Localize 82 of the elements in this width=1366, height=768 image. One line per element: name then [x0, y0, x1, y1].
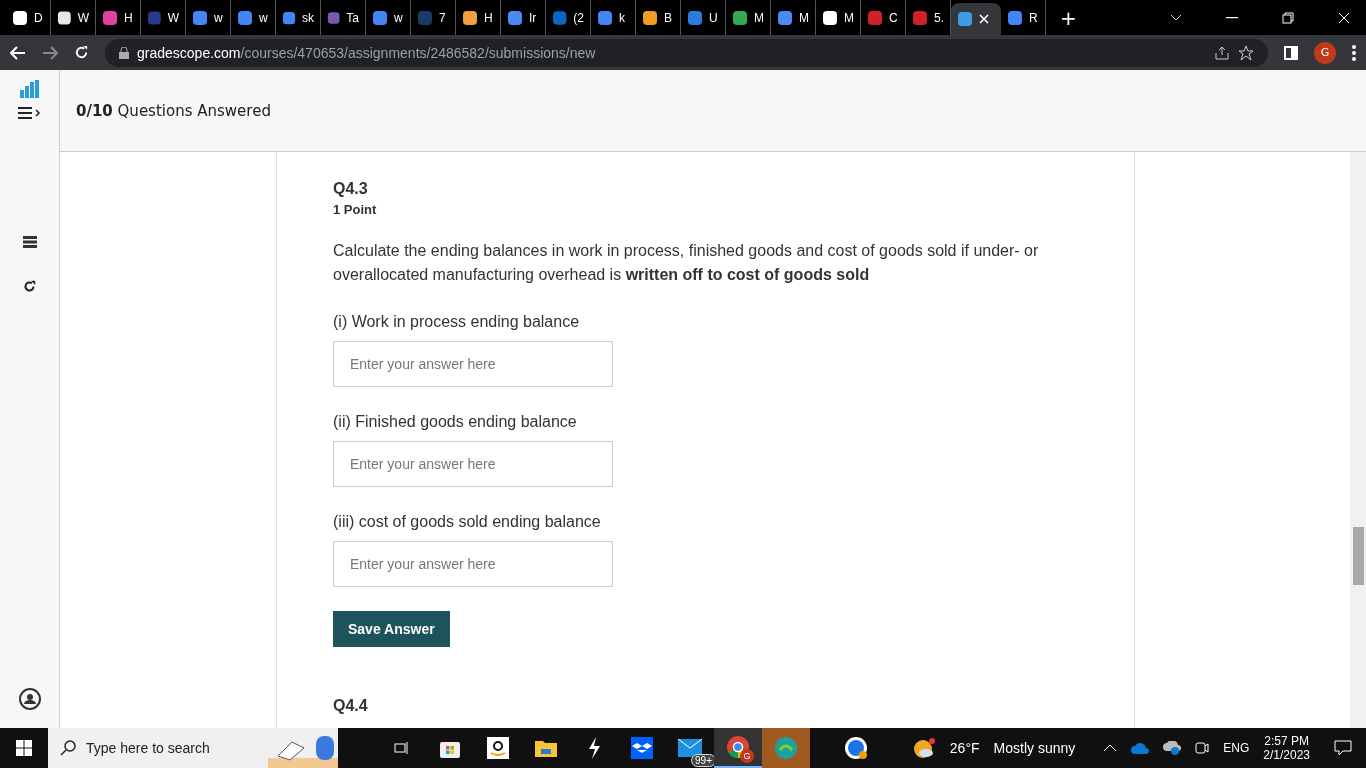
scrollbar[interactable] — [1350, 152, 1366, 728]
site-icon — [552, 9, 568, 26]
site-icon — [867, 9, 883, 26]
clock[interactable]: 2:57 PM 2/1/2023 — [1263, 734, 1310, 762]
user-icon — [18, 688, 41, 710]
lightning-icon — [587, 737, 601, 759]
folder-icon — [535, 739, 557, 757]
site-icon — [372, 9, 388, 26]
browser-tab[interactable] — [951, 3, 1001, 35]
profile-avatar[interactable]: G — [1314, 41, 1336, 64]
site-icon — [822, 9, 838, 26]
site-icon — [147, 9, 162, 26]
restore-icon — [1282, 11, 1294, 24]
question-number: Q4.4 — [333, 697, 369, 715]
field-label: (ii) Finished goods ending balance — [333, 413, 578, 431]
close-icon — [979, 14, 989, 24]
progress-text: 0/10 Questions Answered — [76, 101, 271, 120]
envelope-icon — [678, 739, 702, 757]
site-icon — [597, 9, 613, 26]
site-icon — [687, 9, 703, 26]
sync-cloud-icon — [1163, 741, 1182, 755]
menu-icon — [17, 106, 42, 120]
minimize-icon — [1226, 16, 1238, 19]
close-icon — [1338, 11, 1350, 24]
reload-icon — [23, 280, 36, 293]
site-icon — [912, 9, 928, 26]
save-answer-button[interactable]: Save Answer — [333, 611, 450, 647]
site-icon — [462, 9, 478, 26]
weather-condition: Mostly sunny — [993, 740, 1076, 756]
chrome-button[interactable]: G — [714, 728, 762, 768]
forward-icon — [42, 45, 58, 60]
notification-icon — [1334, 740, 1352, 756]
chevron-down-icon — [1170, 13, 1182, 22]
temperature: 26°F — [949, 740, 980, 756]
address-bar[interactable]: gradescope.com/courses/470653/assignments/2486582/submissions/new — [105, 38, 1268, 67]
bar-chart-icon — [19, 80, 40, 98]
site-icon — [777, 9, 793, 26]
profile-badge: G — [740, 749, 754, 763]
dropbox-icon — [631, 737, 653, 759]
site-icon — [237, 9, 253, 26]
site-icon — [327, 9, 341, 26]
site-icon — [12, 9, 28, 26]
task-view-icon — [394, 741, 410, 755]
answer-field[interactable]: Enter your answer here — [333, 441, 613, 487]
new-tab-button[interactable]: + — [1060, 5, 1077, 30]
site-icon — [732, 9, 748, 26]
camera-icon — [1195, 740, 1210, 756]
site-icon — [957, 11, 973, 27]
site-icon — [57, 9, 72, 26]
help-icon — [843, 736, 868, 760]
answer-field[interactable]: Enter your answer here — [333, 341, 613, 387]
question-number: Q4.3 — [333, 180, 369, 198]
lock-icon — [119, 46, 129, 59]
reload-icon — [74, 45, 89, 60]
share-icon — [1214, 44, 1230, 61]
star-icon — [1238, 44, 1254, 61]
site-icon — [417, 9, 433, 26]
taskbar-search-field[interactable]: Type here to search — [48, 728, 338, 768]
chevron-up-icon — [1103, 744, 1118, 752]
chrome-icon — [726, 735, 750, 759]
wave-icon — [774, 736, 798, 760]
site-icon — [282, 9, 296, 26]
search-icon — [60, 740, 76, 756]
back-icon — [10, 45, 26, 60]
weather-icon — [911, 737, 936, 759]
question-points: 1 Point — [333, 202, 378, 217]
list-icon — [22, 236, 37, 248]
answer-field[interactable]: Enter your answer here — [333, 541, 613, 587]
cloud-icon — [1131, 742, 1150, 754]
site-icon — [507, 9, 523, 26]
site-icon — [1007, 9, 1023, 26]
menu-icon — [1352, 44, 1356, 61]
windows-icon — [16, 740, 32, 756]
field-label: (iii) cost of goods sold ending balance — [333, 513, 602, 531]
scrollbar-thumb[interactable] — [1353, 527, 1364, 585]
side-panel-icon — [1284, 45, 1298, 60]
site-icon — [102, 9, 118, 26]
site-icon — [642, 9, 658, 26]
question-text: Calculate the ending balances in work in process, finished goods and cost of goods sold if under- or overallocated manufacturing overhead is written off to cost of goods sold — [333, 241, 1040, 285]
language-indicator[interactable]: ENG — [1223, 741, 1250, 755]
field-label: (i) Work in process ending balance — [333, 313, 581, 331]
site-icon — [192, 9, 208, 26]
